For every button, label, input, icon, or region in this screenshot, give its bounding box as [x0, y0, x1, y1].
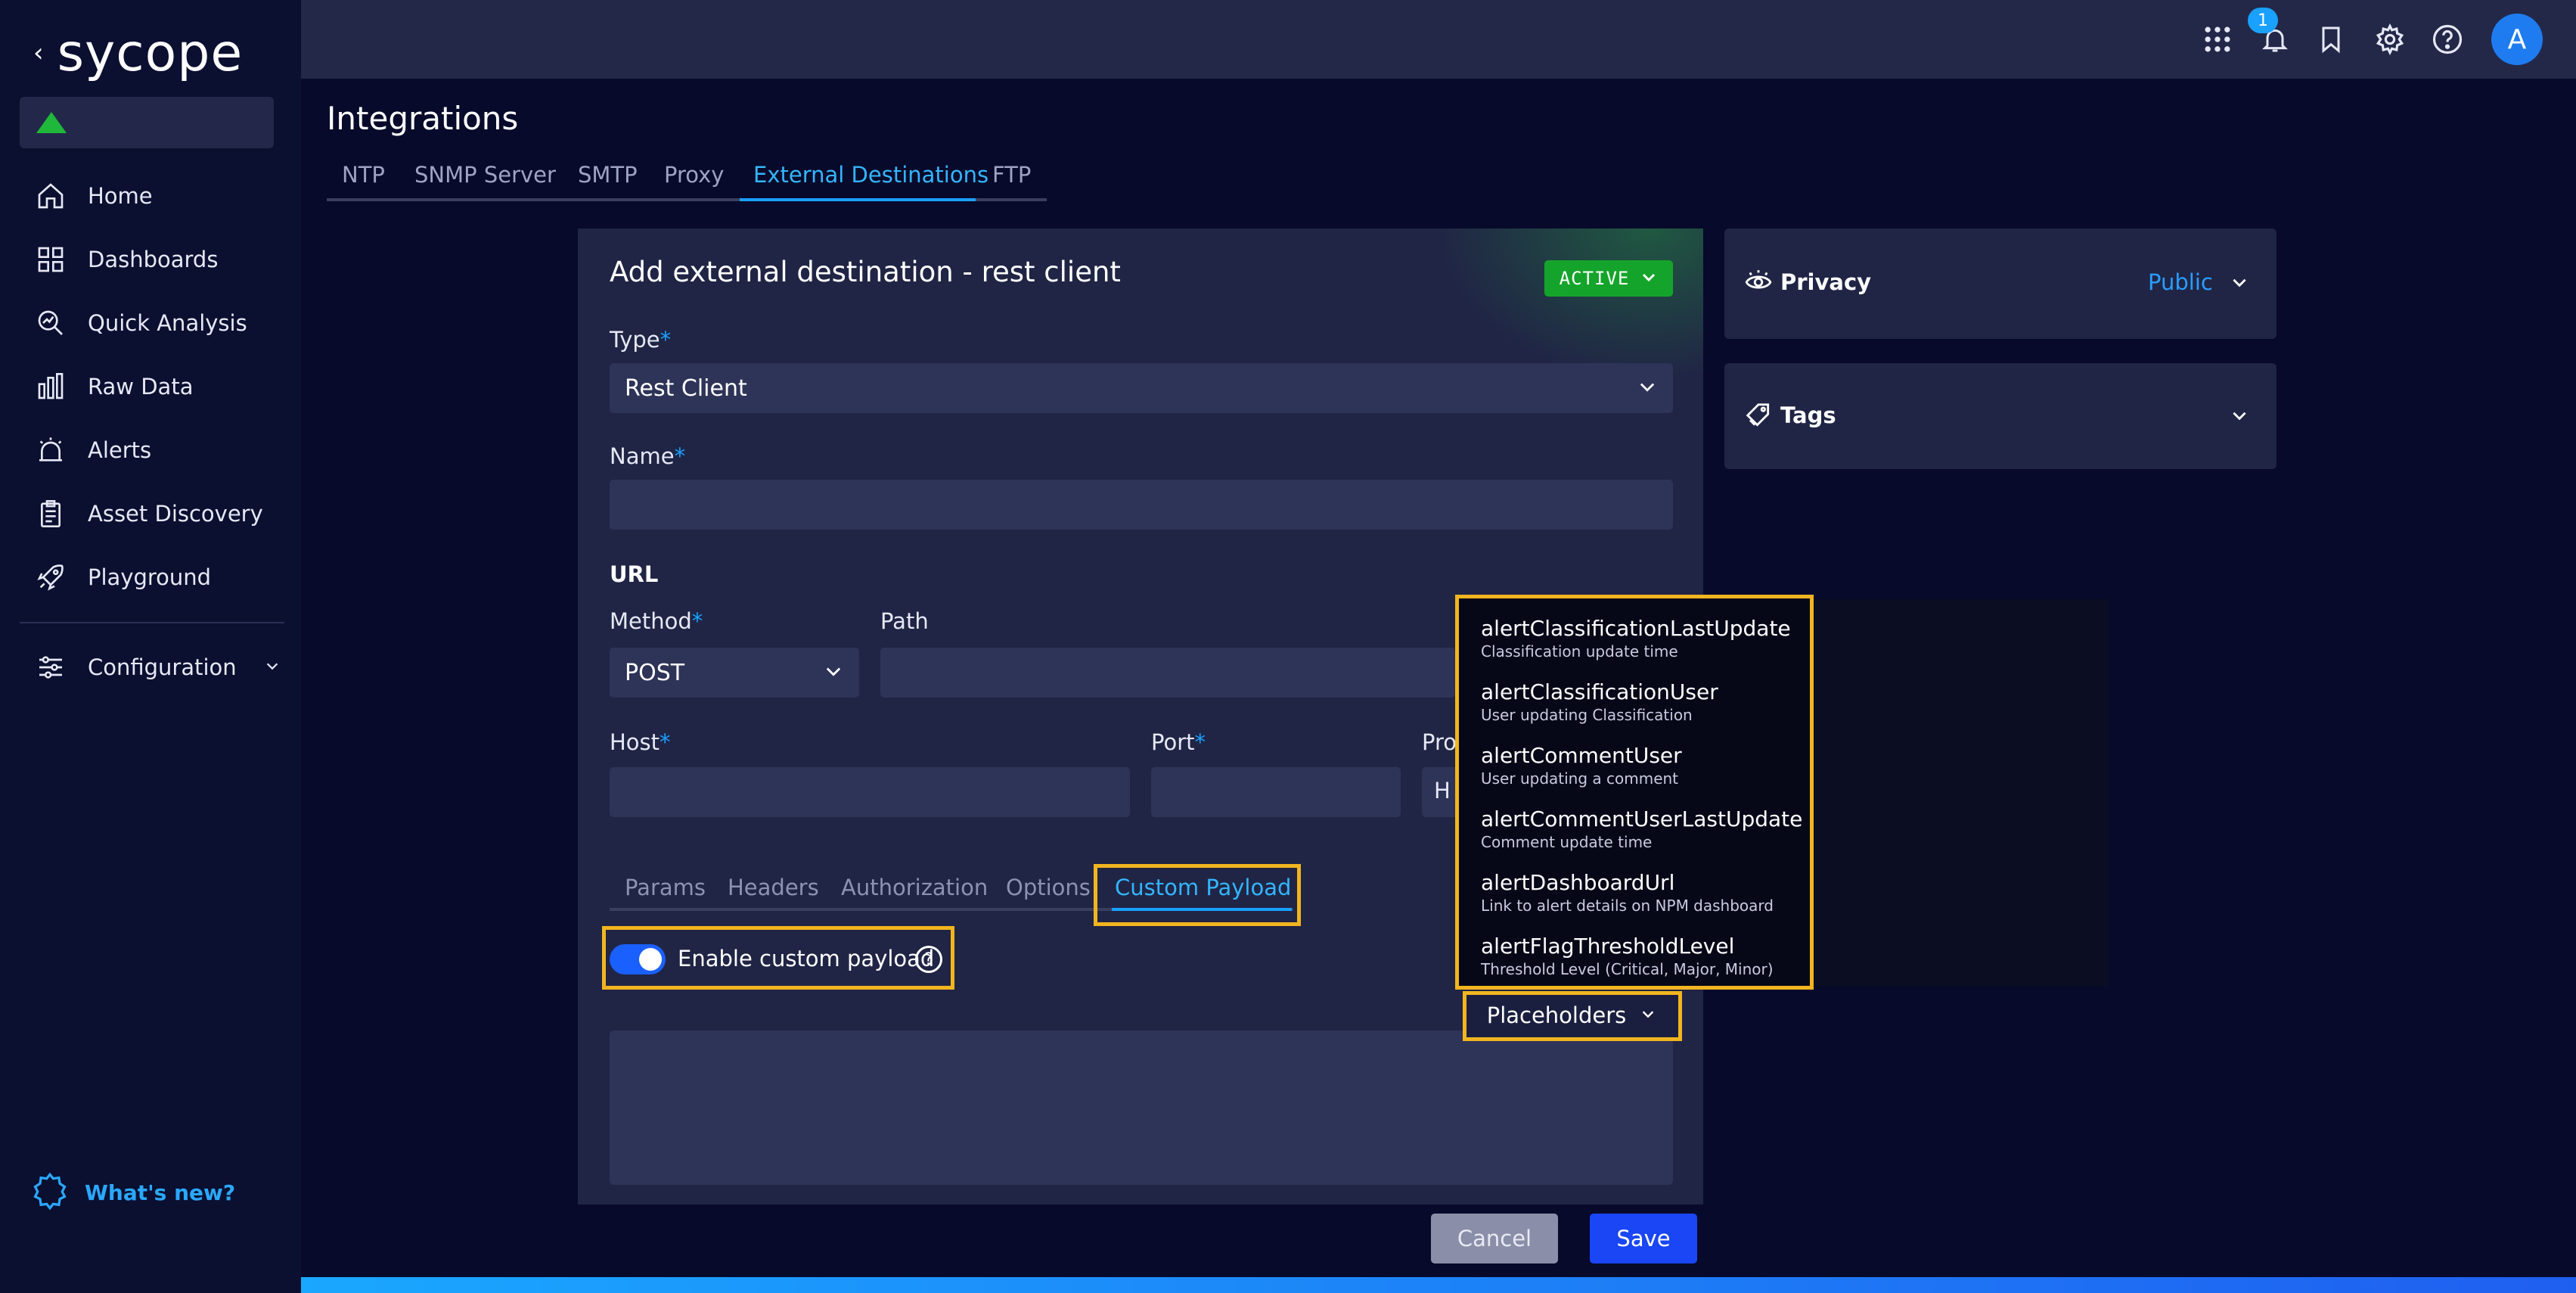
protocol-label: Pro [1422, 729, 1457, 755]
whats-new-label: What's new? [85, 1180, 236, 1205]
tags-panel[interactable]: Tags [1724, 363, 2277, 469]
chevron-down-icon [823, 660, 844, 685]
method-label: Method* [610, 608, 703, 634]
type-label: Type* [610, 327, 672, 353]
sidebar-item-home[interactable]: Home [33, 173, 153, 219]
sidebar-item-raw-data[interactable]: Raw Data [33, 364, 193, 409]
status-dropdown[interactable]: ACTIVE [1544, 260, 1673, 297]
method-select[interactable]: POST [610, 648, 859, 698]
tab-ftp[interactable]: FTP [992, 162, 1031, 188]
sidebar-item-label: Home [88, 183, 153, 209]
port-label: Port* [1151, 729, 1206, 755]
whats-new-link[interactable]: What's new? [30, 1171, 235, 1214]
sidebar-item-alerts[interactable]: Alerts [33, 427, 151, 473]
url-section-heading: URL [610, 561, 659, 587]
page-title: Integrations [327, 100, 519, 137]
sidebar-item-label: Configuration [88, 654, 237, 680]
sidebar-item-configuration[interactable]: Configuration [33, 645, 281, 690]
save-label: Save [1616, 1226, 1671, 1251]
port-input[interactable] [1151, 767, 1401, 817]
sidebar-item-label: Asset Discovery [88, 501, 263, 527]
sidebar-item-label: Quick Analysis [88, 310, 247, 336]
system-status-box[interactable] [20, 97, 274, 148]
dashboards-icon [33, 242, 68, 277]
notification-count-badge: 1 [2248, 8, 2278, 33]
required-mark: * [660, 327, 672, 353]
chevron-down-icon [2230, 272, 2249, 295]
tab-smtp[interactable]: SMTP [578, 162, 638, 188]
chevron-down-icon [2230, 406, 2249, 428]
name-input[interactable] [610, 480, 1673, 530]
brand-name: sycope [57, 23, 244, 83]
alarm-icon [33, 433, 68, 468]
privacy-panel[interactable]: Privacy Public [1724, 228, 2277, 339]
highlight-placeholders-button [1463, 991, 1682, 1041]
back-chevron-icon[interactable]: ‹ [33, 38, 44, 68]
cancel-button[interactable]: Cancel [1431, 1214, 1558, 1263]
chevron-down-icon [1637, 376, 1658, 400]
integration-tabs: NTP SNMP Server SMTP Proxy External Dest… [327, 157, 1047, 201]
form-title: Add external destination - rest client [610, 256, 1121, 288]
clipboard-icon [33, 496, 68, 531]
sidebar-item-label: Raw Data [88, 374, 194, 399]
sidebar-item-dashboards[interactable]: Dashboards [33, 237, 218, 282]
status-label: ACTIVE [1559, 268, 1630, 289]
highlight-custom-payload-tab [1094, 864, 1301, 926]
sidebar-item-quick-analysis[interactable]: Quick Analysis [33, 300, 247, 346]
tab-proxy[interactable]: Proxy [664, 162, 724, 188]
host-input[interactable] [610, 767, 1130, 817]
name-label: Name* [610, 443, 686, 469]
cancel-label: Cancel [1457, 1226, 1532, 1251]
tag-icon [1744, 401, 1773, 433]
path-label: Path [880, 608, 929, 634]
method-value: POST [625, 659, 685, 686]
bottom-progress-bar [301, 1277, 2576, 1293]
avatar[interactable]: A [2491, 14, 2543, 65]
new-badge-icon [30, 1171, 70, 1214]
sidebar-item-playground[interactable]: Playground [33, 555, 211, 600]
subtab-params[interactable]: Params [625, 875, 706, 900]
help-icon[interactable] [2425, 17, 2470, 62]
host-label: Host* [610, 729, 671, 755]
status-up-icon [36, 112, 67, 133]
active-tab-indicator [740, 198, 976, 201]
path-input[interactable] [880, 648, 1455, 698]
home-icon [33, 179, 68, 213]
chevron-down-icon [1640, 268, 1658, 289]
save-button[interactable]: Save [1590, 1214, 1697, 1263]
sidebar-item-label: Alerts [88, 437, 152, 463]
eye-icon [1744, 268, 1773, 300]
type-value: Rest Client [625, 375, 747, 402]
highlight-placeholders-menu [1455, 595, 1814, 990]
brand-logo[interactable]: ‹ sycope [33, 23, 243, 83]
rocket-icon [33, 560, 68, 595]
bookmark-icon[interactable] [2308, 17, 2354, 62]
quick-analysis-icon [33, 306, 68, 340]
tags-title: Tags [1780, 403, 1836, 428]
custom-payload-editor[interactable] [610, 1030, 1673, 1185]
subtab-authorization[interactable]: Authorization [841, 875, 988, 900]
type-select[interactable]: Rest Client [610, 363, 1673, 413]
subtab-headers[interactable]: Headers [728, 875, 819, 900]
sidebar-item-label: Dashboards [88, 247, 219, 272]
privacy-value: Public [2148, 269, 2213, 295]
card-status-glow [1437, 228, 1703, 380]
sidebar-item-label: Playground [88, 564, 212, 590]
dropdown-backdrop [1808, 599, 2109, 987]
raw-data-icon [33, 369, 68, 404]
gear-icon[interactable] [2367, 17, 2413, 62]
sidebar-divider [20, 622, 284, 623]
privacy-title: Privacy [1780, 269, 1872, 295]
tab-external-destinations[interactable]: External Destinations [753, 162, 989, 188]
sidebar-item-asset-discovery[interactable]: Asset Discovery [33, 491, 263, 536]
sliders-icon [33, 650, 68, 685]
chevron-down-icon [264, 657, 281, 677]
apps-grid-icon[interactable] [2195, 17, 2240, 62]
subtab-options[interactable]: Options [1006, 875, 1091, 900]
tab-snmp-server[interactable]: SNMP Server [414, 162, 556, 188]
tab-ntp[interactable]: NTP [342, 162, 385, 188]
highlight-enable-toggle [602, 926, 954, 990]
protocol-value: H [1434, 778, 1451, 803]
